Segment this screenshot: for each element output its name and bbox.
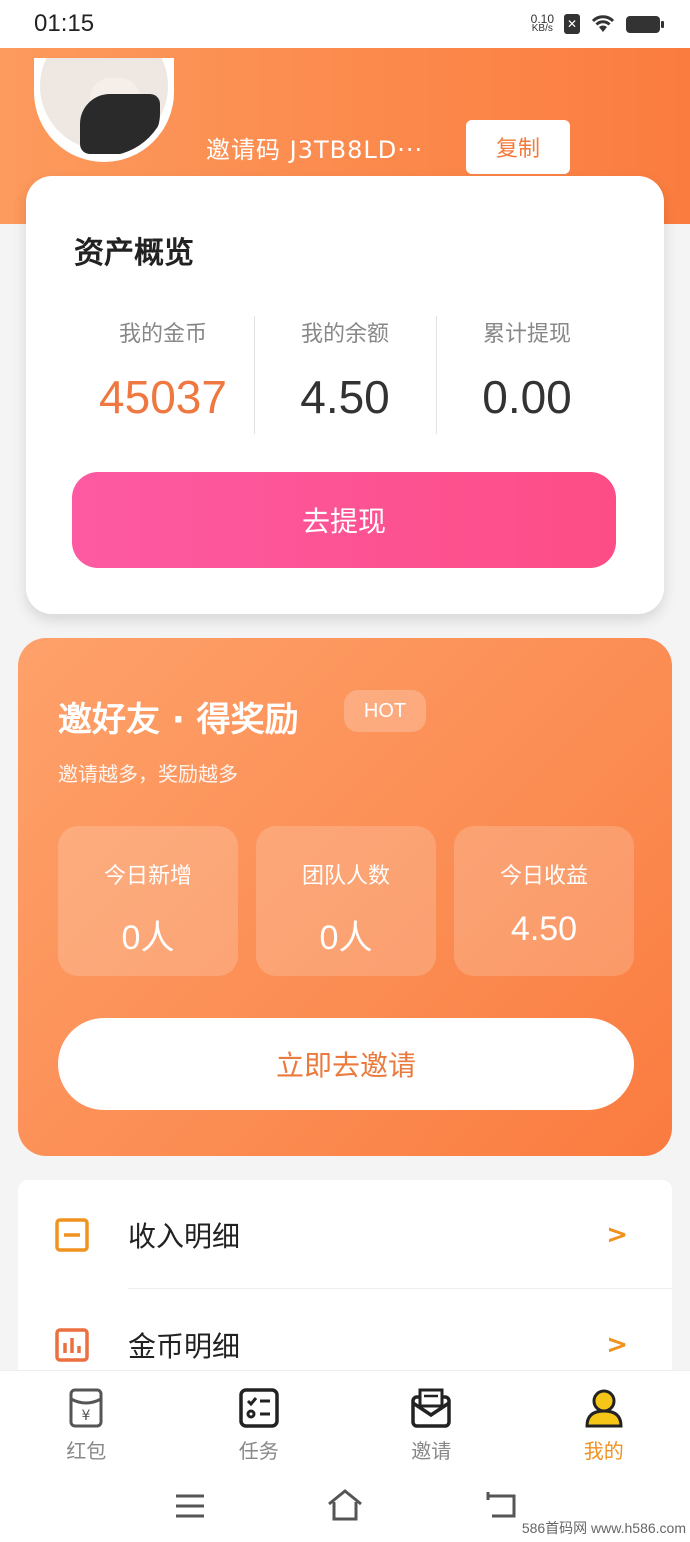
tab-label: 任务 xyxy=(238,1439,279,1463)
status-icons: 0.10 KB/s ✕ xyxy=(531,13,664,34)
menu-item-label: 收入明细 xyxy=(128,1220,241,1253)
mini-stat-value: 0人 xyxy=(319,919,373,957)
mini-stat-label: 今日收益 xyxy=(499,864,588,889)
today-earnings-stat: 今日收益 4.50 xyxy=(454,826,634,976)
invite-now-button[interactable]: 立即去邀请 xyxy=(58,1018,634,1110)
menu-item-income-details[interactable]: 收入明细 > xyxy=(18,1180,672,1290)
invite-subtitle: 邀请越多，奖励越多 xyxy=(58,762,238,786)
copy-button[interactable]: 复制 xyxy=(466,120,570,174)
menu-item-coin-details[interactable]: 金币明细 > xyxy=(18,1290,672,1380)
user-icon xyxy=(585,1389,623,1428)
no-sim-icon: ✕ xyxy=(564,14,580,34)
status-time: 01:15 xyxy=(34,10,95,37)
avatar-hair xyxy=(80,94,160,154)
tab-tasks[interactable]: 任务 xyxy=(173,1371,346,1476)
tab-invite[interactable]: 邀请 xyxy=(345,1371,518,1476)
tab-mine[interactable]: 我的 xyxy=(518,1371,690,1476)
team-size-stat: 团队人数 0人 xyxy=(256,826,436,976)
tab-label: 红包 xyxy=(66,1439,107,1463)
menu-divider xyxy=(128,1288,672,1289)
home-icon[interactable] xyxy=(326,1488,364,1522)
tab-label: 我的 xyxy=(583,1439,624,1463)
asset-overview-card: 资产概览 我的金币 45037 我的余额 4.50 累计提现 0.00 去提现 xyxy=(26,176,664,614)
wifi-icon xyxy=(591,15,615,32)
menu-icon[interactable] xyxy=(174,1492,206,1520)
asset-overview-title: 资产概览 xyxy=(74,236,194,271)
hot-badge: HOT xyxy=(344,690,426,732)
document-icon xyxy=(55,1218,89,1252)
stat-value: 0.00 xyxy=(482,371,572,423)
total-withdrawn-stat[interactable]: 累计提现 0.00 xyxy=(436,316,618,424)
net-speed-indicator: 0.10 KB/s xyxy=(531,13,554,34)
mini-stat-label: 今日新增 xyxy=(103,864,192,889)
stat-label: 我的金币 xyxy=(118,322,207,347)
red-packet-icon: ¥ xyxy=(69,1388,103,1428)
stat-value: 45037 xyxy=(99,371,227,423)
status-bar: 01:15 0.10 KB/s ✕ xyxy=(0,0,690,48)
mini-stat-label: 团队人数 xyxy=(301,864,390,889)
invite-friends-card: 邀好友 · 得奖励 HOT 邀请越多，奖励越多 今日新增 0人 团队人数 0人 … xyxy=(18,638,672,1156)
avatar[interactable] xyxy=(34,58,174,162)
tab-label: 邀请 xyxy=(411,1439,452,1463)
invite-title: 邀好友 · 得奖励 xyxy=(58,700,299,740)
invite-code: 邀请码 J3TB8LD··· xyxy=(206,136,424,164)
back-icon[interactable] xyxy=(484,1492,518,1520)
mini-stat-value: 4.50 xyxy=(510,910,578,948)
stat-value: 4.50 xyxy=(300,371,390,423)
my-balance-stat[interactable]: 我的余额 4.50 xyxy=(254,316,436,424)
today-new-stat: 今日新增 0人 xyxy=(58,826,238,976)
stat-label: 累计提现 xyxy=(482,322,571,347)
mini-stat-value: 0人 xyxy=(121,919,175,957)
my-coins-stat[interactable]: 我的金币 45037 xyxy=(72,316,254,424)
svg-text:¥: ¥ xyxy=(82,1408,91,1424)
battery-icon xyxy=(626,15,664,33)
chevron-right-icon: > xyxy=(606,1220,628,1250)
chevron-right-icon: > xyxy=(606,1330,628,1360)
bottom-tab-bar: ¥ 红包 任务 邀请 我的 xyxy=(0,1370,690,1476)
tab-red-packet[interactable]: ¥ 红包 xyxy=(0,1371,173,1476)
invite-envelope-icon xyxy=(411,1388,451,1428)
net-speed-unit: KB/s xyxy=(531,23,553,34)
menu-list: 收入明细 > 金币明细 > xyxy=(18,1180,672,1380)
task-list-icon xyxy=(239,1388,279,1428)
bar-chart-icon xyxy=(55,1328,89,1362)
stat-label: 我的余额 xyxy=(300,322,389,347)
withdraw-button[interactable]: 去提现 xyxy=(72,472,616,568)
watermark-text: 586首码网 www.h586.com xyxy=(521,1518,686,1538)
menu-item-label: 金币明细 xyxy=(128,1330,241,1363)
